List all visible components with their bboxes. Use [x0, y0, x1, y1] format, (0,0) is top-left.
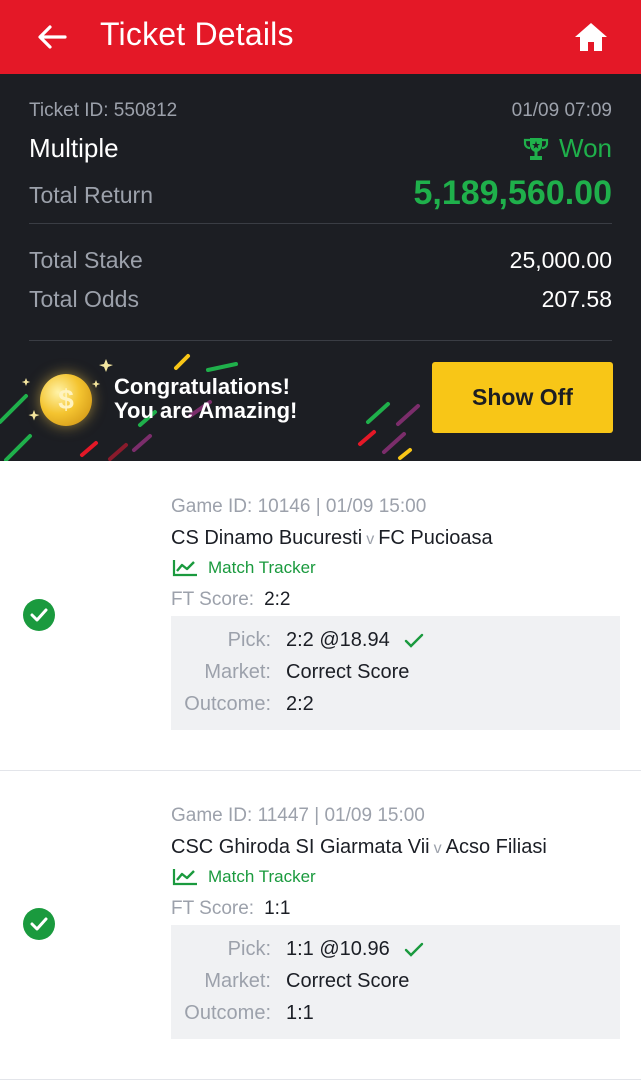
ft-score-value: 2:2	[264, 589, 291, 610]
check-circle-icon	[23, 908, 55, 940]
total-stake-label: Total Stake	[29, 247, 143, 273]
match-teams: CS Dinamo Bucuresti v FC Pucioasa	[171, 527, 493, 550]
total-odds-value: 207.58	[541, 286, 612, 312]
ticket-type-row: Multiple Won	[29, 133, 612, 164]
congrats-line-1: Congratulations!	[114, 374, 290, 399]
divider	[29, 223, 612, 224]
ft-score-value: 1:1	[264, 898, 291, 919]
trophy-icon	[523, 137, 549, 160]
ft-score-row: FT Score: 2:2	[171, 589, 290, 611]
total-return-row: Total Return 5,189,560.00	[29, 174, 612, 212]
market-value: Correct Score	[286, 661, 410, 683]
ticket-id: Ticket ID: 550812	[29, 100, 178, 121]
pick-value-wrap: 2:2 @18.94	[286, 629, 424, 652]
pick-value: 2:2 @18.94	[286, 629, 390, 651]
total-odds-row: Total Odds 207.58	[29, 286, 612, 313]
check-circle-icon	[23, 599, 55, 631]
checkmark-icon	[404, 942, 423, 957]
versus-label: v	[433, 840, 442, 857]
checkmark-icon	[404, 633, 423, 648]
pick-label: Pick:	[227, 938, 271, 960]
show-off-button[interactable]: Show Off	[432, 362, 613, 433]
game-card: Game ID: 11447 | 01/09 15:00 CSC Ghiroda…	[0, 771, 641, 1080]
game-id: Game ID: 10146 | 01/09 15:00	[171, 496, 427, 517]
home-team: CSC Ghiroda SI Giarmata Vii	[171, 836, 430, 858]
page-title: Ticket Details	[100, 16, 294, 52]
outcome-label: Outcome:	[184, 1002, 271, 1024]
status-badge: Won	[523, 133, 612, 164]
market-label: Market:	[204, 661, 271, 683]
ft-score-row: FT Score: 1:1	[171, 898, 290, 920]
outcome-value: 1:1	[286, 1002, 314, 1024]
total-return-value: 5,189,560.00	[413, 174, 612, 212]
chart-line-icon	[172, 560, 197, 577]
versus-label: v	[366, 531, 375, 548]
divider	[29, 340, 612, 341]
away-team: Acso Filiasi	[445, 836, 547, 858]
pick-label: Pick:	[227, 629, 271, 651]
away-team: FC Pucioasa	[378, 527, 493, 549]
ticket-type: Multiple	[29, 133, 119, 163]
app-header: Ticket Details	[0, 0, 641, 74]
outcome-label: Outcome:	[184, 693, 271, 715]
ticket-datetime: 01/09 07:09	[511, 100, 612, 121]
match-teams: CSC Ghiroda SI Giarmata Vii v Acso Filiasi	[171, 836, 547, 859]
back-button[interactable]	[30, 15, 74, 59]
coin-icon: $	[40, 374, 92, 426]
total-odds-label: Total Odds	[29, 286, 139, 312]
pick-value-wrap: 1:1 @10.96	[286, 938, 424, 961]
congrats-banner: $ Congratulations! You are Amazing! Show…	[0, 342, 641, 461]
total-stake-value: 25,000.00	[509, 247, 612, 273]
congrats-text: Congratulations! You are Amazing!	[114, 375, 297, 423]
match-tracker-link[interactable]: Match Tracker	[172, 558, 316, 578]
market-label: Market:	[204, 970, 271, 992]
ft-score-label: FT Score:	[171, 898, 255, 919]
home-team: CS Dinamo Bucuresti	[171, 527, 363, 549]
outcome-value: 2:2	[286, 693, 314, 715]
home-icon	[575, 23, 607, 51]
pick-value: 1:1 @10.96	[286, 938, 390, 960]
match-tracker-link[interactable]: Match Tracker	[172, 867, 316, 887]
ticket-summary: Ticket ID: 550812 01/09 07:09 Multiple W…	[0, 74, 641, 342]
market-value: Correct Score	[286, 970, 410, 992]
match-tracker-label: Match Tracker	[208, 558, 316, 577]
ft-score-label: FT Score:	[171, 589, 255, 610]
congrats-line-2: You are Amazing!	[114, 398, 298, 423]
back-arrow-icon	[38, 25, 67, 49]
game-id: Game ID: 11447 | 01/09 15:00	[171, 805, 425, 826]
total-stake-row: Total Stake 25,000.00	[29, 247, 612, 274]
home-button[interactable]	[568, 14, 614, 60]
pick-details: Pick: 2:2 @18.94 Market: Correct Score O…	[171, 616, 620, 730]
chart-line-icon	[172, 869, 197, 886]
game-card: Game ID: 10146 | 01/09 15:00 CS Dinamo B…	[0, 461, 641, 771]
total-return-label: Total Return	[29, 182, 154, 208]
ticket-id-row: Ticket ID: 550812 01/09 07:09	[29, 100, 612, 122]
status-text: Won	[559, 133, 612, 163]
match-tracker-label: Match Tracker	[208, 867, 316, 886]
pick-details: Pick: 1:1 @10.96 Market: Correct Score O…	[171, 925, 620, 1039]
